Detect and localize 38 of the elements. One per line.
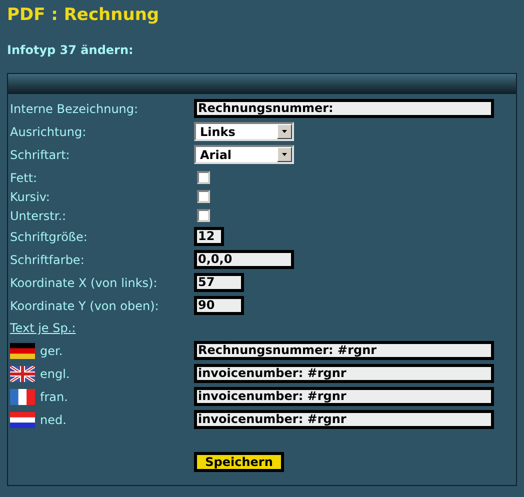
input-field[interactable]: 90: [194, 296, 244, 315]
checkbox[interactable]: [197, 190, 210, 203]
field-label: Schriftfarbe:: [10, 254, 86, 266]
dropdown[interactable]: Arial: [194, 145, 294, 164]
field-label: Unterstr.:: [10, 210, 68, 222]
input-field[interactable]: Rechnungsnummer: #rgnr: [194, 341, 494, 360]
language-label: fran.: [40, 390, 68, 402]
input-field[interactable]: invoicenumber: #rgnr: [194, 410, 494, 429]
input-field[interactable]: 57: [194, 273, 244, 292]
field-label: Fett:: [10, 172, 38, 184]
language-label: ger.: [40, 344, 63, 356]
checkbox[interactable]: [197, 209, 210, 222]
field-label: Schriftart:: [10, 148, 71, 160]
input-field[interactable]: invoicenumber: #rgnr: [194, 364, 494, 383]
language-label: engl.: [40, 368, 70, 380]
save-button[interactable]: Speichern: [194, 452, 284, 472]
checkbox[interactable]: [197, 171, 210, 184]
flag-icon: [10, 388, 35, 404]
field-label: Koordinate X (von links):: [10, 276, 158, 288]
dropdown[interactable]: Links: [194, 122, 294, 141]
input-field[interactable]: 12: [194, 227, 224, 246]
languages-link[interactable]: Text je Sp.:: [10, 322, 76, 334]
input-field[interactable]: Rechnungsnummer:: [194, 99, 494, 118]
input-field[interactable]: 0,0,0: [194, 250, 294, 269]
flag-icon: [10, 412, 35, 428]
dropdown-value: Links: [199, 126, 236, 138]
field-label: Schriftgröße:: [10, 230, 88, 242]
field-label: Ausrichtung:: [10, 126, 88, 138]
input-field[interactable]: invoicenumber: #rgnr: [194, 387, 494, 406]
field-label: Interne Bezeichnung:: [10, 102, 140, 114]
language-label: ned.: [40, 414, 66, 426]
page-title: PDF : Rechnung: [7, 5, 160, 25]
subtitle: Infotyp 37 ändern:: [7, 43, 134, 57]
flag-icon: [10, 342, 35, 358]
dropdown-value: Arial: [199, 148, 233, 160]
field-label: Kursiv:: [10, 190, 51, 202]
field-label: Koordinate Y (von oben):: [10, 300, 160, 312]
flag-icon: [10, 366, 35, 382]
